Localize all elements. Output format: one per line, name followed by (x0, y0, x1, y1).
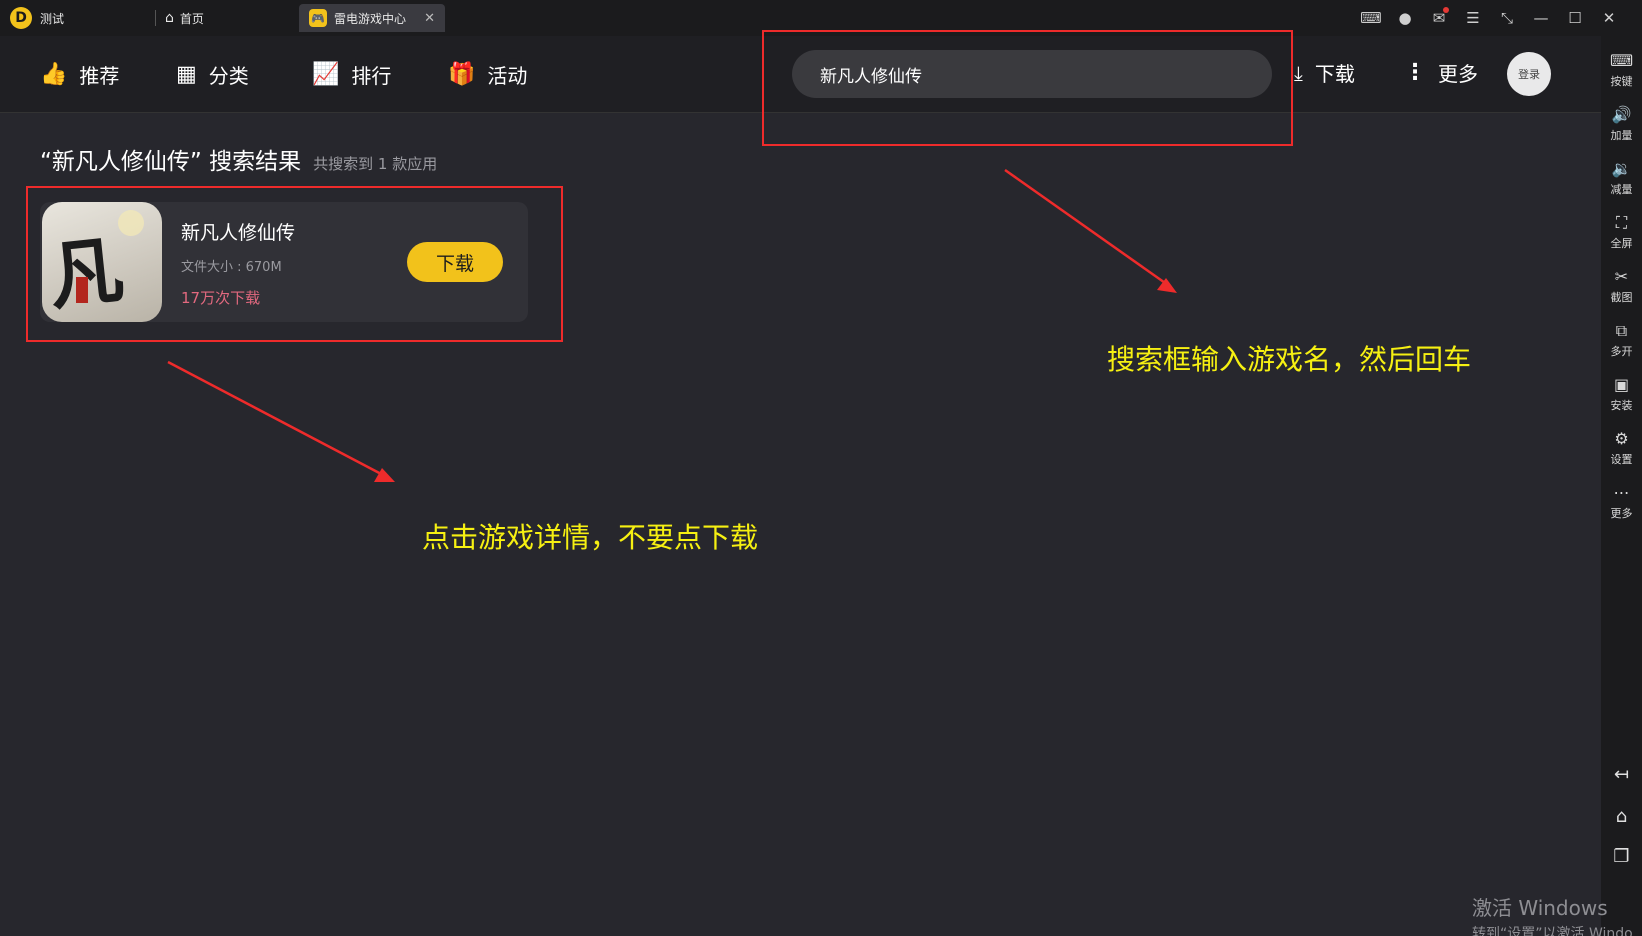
sidebar-item-volume-down[interactable]: 🔉 减量 (1601, 160, 1642, 197)
sidebar-item-label: 设置 (1610, 453, 1633, 466)
close-icon[interactable]: ✕ (1592, 9, 1626, 27)
window-controls: ⌨ ● ✉ ☰ ⤡ — ☐ ✕ (1354, 0, 1626, 36)
nav-category[interactable]: ▦ 分类 (176, 58, 249, 90)
tab-app-label: 测试 (40, 11, 65, 26)
more-button[interactable]: ⋮ 更多 (1404, 58, 1478, 87)
gear-icon: ⚙ (1614, 429, 1629, 448)
volume-down-icon: 🔉 (1611, 159, 1632, 178)
chart-icon: 📈 (312, 61, 340, 87)
arrow-head-result (374, 468, 395, 482)
search-result-header: “新凡人修仙传” 搜索结果 共搜索到 1 款应用 (40, 142, 437, 176)
downloads-label: 下载 (1314, 62, 1355, 86)
nav-recommend[interactable]: 👍 推荐 (40, 58, 119, 90)
annotation-box-search (762, 30, 1293, 146)
shrink-icon[interactable]: ⤡ (1490, 9, 1524, 27)
vertical-dots-icon: ⋮ (1404, 60, 1426, 85)
gift-icon: 🎁 (448, 61, 476, 87)
emulator-window: D 测试 ⌂ 首页 🎮 雷电游戏中心 ✕ ⌨ ● ✉ ☰ ⤡ — ☐ ✕ 👍 推… (0, 0, 1642, 936)
download-icon: ⤓ (1294, 60, 1303, 85)
sidebar-item-label: 截图 (1610, 291, 1633, 304)
nav-ranking[interactable]: 📈 排行 (312, 58, 391, 90)
sidebar-item-fullscreen[interactable]: ⛶ 全屏 (1601, 214, 1642, 251)
sidebar-item-install[interactable]: ▣ 安装 (1601, 376, 1642, 413)
windows-activation-watermark: 激活 Windows 转到“设置”以激活 Windo (1472, 892, 1633, 936)
annotation-box-result (26, 186, 563, 342)
ldplayer-logo-icon: D (10, 7, 32, 29)
fullscreen-icon: ⛶ (1615, 213, 1628, 232)
keyboard-icon: ⌨ (1609, 51, 1634, 70)
grid-icon: ▦ (176, 61, 197, 87)
sidebar-item-label: 更多 (1610, 507, 1633, 520)
sidebar-item-screenshot[interactable]: ✂ 截图 (1601, 268, 1642, 305)
tab-divider (155, 10, 156, 26)
sidebar-item-settings[interactable]: ⚙ 设置 (1601, 430, 1642, 467)
tab-game-center[interactable]: 🎮 雷电游戏中心 ✕ (299, 4, 445, 32)
thumbs-up-icon: 👍 (40, 61, 68, 87)
arrow-line-result (167, 360, 386, 478)
search-result-title: “新凡人修仙传” 搜索结果 (40, 149, 302, 175)
recent-apps-icon[interactable]: ❐ (1601, 846, 1642, 867)
annotation-note-search: 搜索框输入游戏名，然后回车 (1107, 343, 1472, 376)
tab-home-label: 首页 (179, 11, 204, 26)
menu-icon[interactable]: ☰ (1456, 9, 1490, 27)
apk-icon: ▣ (1613, 375, 1630, 394)
sidebar-item-label: 加量 (1610, 129, 1633, 142)
search-result-count: 共搜索到 1 款应用 (313, 155, 438, 173)
scissors-icon: ✂ (1614, 267, 1629, 286)
gamepad-icon[interactable]: ⌨ (1354, 9, 1388, 27)
watermark-line2: 转到“设置”以激活 Windo (1472, 926, 1633, 936)
watermark-line1: 激活 Windows (1472, 896, 1608, 920)
sidebar-item-label: 减量 (1610, 183, 1633, 196)
tab-game-center-label: 雷电游戏中心 (334, 11, 407, 26)
maximize-icon[interactable]: ☐ (1558, 9, 1592, 27)
sidebar-item-keymap[interactable]: ⌨ 按键 (1601, 52, 1642, 89)
sidebar-item-label: 全屏 (1610, 237, 1633, 250)
login-button[interactable]: 登录 (1507, 52, 1551, 96)
avatar-icon[interactable]: ● (1388, 9, 1422, 27)
tab-app-test[interactable]: D 测试 (10, 4, 64, 32)
back-icon[interactable]: ↤ (1601, 764, 1642, 785)
mail-icon[interactable]: ✉ (1422, 7, 1456, 27)
annotation-note-click: 点击游戏详情，不要点下载 (422, 521, 759, 554)
more-label: 更多 (1438, 62, 1478, 86)
sidebar-item-more[interactable]: ⋯ 更多 (1601, 484, 1642, 521)
arrow-head-search (1157, 278, 1177, 293)
tab-home[interactable]: ⌂ 首页 (165, 4, 204, 32)
multi-instance-icon: ⧉ (1615, 321, 1628, 340)
game-center-icon: 🎮 (309, 9, 327, 27)
nav-category-label: 分类 (208, 63, 249, 88)
downloads-button[interactable]: ⤓ 下载 (1294, 58, 1355, 87)
sidebar-item-label: 安装 (1610, 399, 1633, 412)
more-icon: ⋯ (1613, 483, 1630, 502)
minimize-icon[interactable]: — (1524, 9, 1558, 27)
nav-ranking-label: 排行 (351, 63, 392, 88)
sidebar-item-multi[interactable]: ⧉ 多开 (1601, 322, 1642, 359)
home-icon: ⌂ (165, 10, 174, 26)
nav-activity-label: 活动 (487, 63, 528, 88)
home-icon[interactable]: ⌂ (1601, 806, 1642, 827)
emulator-sidebar: ⌨ 按键 🔊 加量 🔉 减量 ⛶ 全屏 ✂ 截图 ⧉ 多开 ▣ 安装 ⚙ 设置 … (1601, 36, 1642, 936)
sidebar-item-volume-up[interactable]: 🔊 加量 (1601, 106, 1642, 143)
volume-up-icon: 🔊 (1611, 105, 1632, 124)
nav-recommend-label: 推荐 (79, 63, 120, 88)
arrow-line-search (1004, 168, 1169, 287)
notification-dot (1443, 7, 1449, 13)
nav-activity[interactable]: 🎁 活动 (448, 58, 527, 90)
sidebar-item-label: 按键 (1610, 75, 1633, 88)
tab-close-icon[interactable]: ✕ (424, 11, 435, 26)
sidebar-item-label: 多开 (1610, 345, 1633, 358)
